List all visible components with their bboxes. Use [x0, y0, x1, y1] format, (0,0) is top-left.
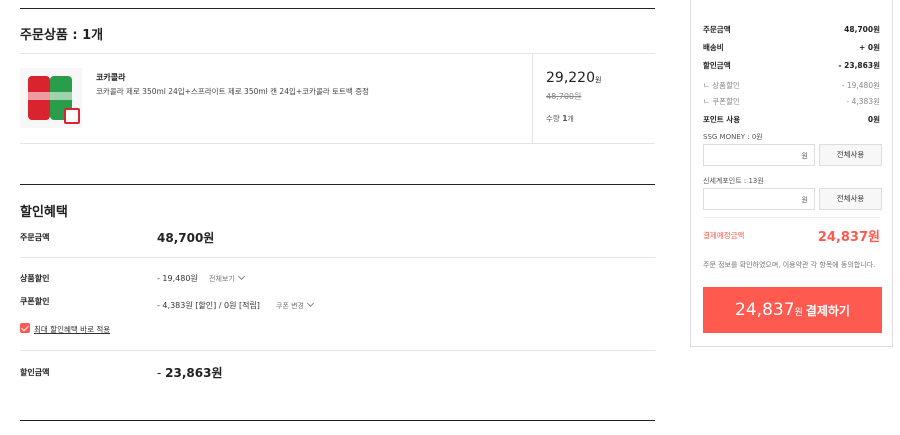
divider [20, 53, 655, 54]
divider [20, 143, 655, 144]
ssg-money-label: SSG MONEY : 0원 [703, 133, 763, 141]
shinsegae-use-all-button[interactable]: 전체사용 [819, 188, 882, 210]
summary-points: 포인트 사용 0원 [703, 115, 880, 124]
summary-order-amount: 주문금액 48,700원 [703, 25, 880, 34]
product-original-price: 48,700원 [546, 92, 582, 101]
coupon-change-toggle[interactable]: 쿠폰 변경 [276, 299, 315, 311]
chevron-down-icon [237, 272, 245, 281]
payment-expected-value: 24,837원 [817, 230, 880, 245]
coupon-discount-value: - 4,383원 [할인] / 0원 [적립] [157, 301, 260, 310]
order-amount-value: 48,700원 [157, 231, 215, 245]
view-all-toggle[interactable]: 전체보기 [209, 272, 245, 284]
product-brand[interactable]: 코카콜라 [96, 72, 125, 83]
total-discount-value: - 23,863원 [157, 366, 223, 380]
product-quantity: 수량 1개 [546, 114, 574, 123]
coupon-discount-label: 쿠폰할인 [20, 297, 50, 306]
order-amount-label: 주문금액 [20, 233, 50, 242]
summary-discount: 할인금액 - 23,863원 [703, 61, 880, 70]
max-benefit-label[interactable]: 최대 할인혜택 바로 적용 [34, 324, 110, 335]
product-thumbnail[interactable] [20, 68, 82, 128]
product-price: 29,220원 [546, 70, 602, 86]
divider [20, 257, 655, 258]
ssg-money-input[interactable]: 원 [703, 144, 815, 166]
payment-summary-panel: 주문금액 48,700원 배송비 + 0원 할인금액 - 23,863원 ㄴ 상품할인… [690, 0, 893, 347]
shinsegae-point-input[interactable]: 원 [703, 188, 815, 210]
pay-button[interactable]: 24,837원 결제하기 [703, 287, 882, 333]
divider [532, 54, 533, 143]
order-main: 주문상품 : 1개 코카콜라 코카콜라 제로 350ml 24입+스프라이트 제… [20, 0, 655, 435]
chevron-down-icon [306, 299, 315, 308]
max-benefit-checkbox[interactable] [20, 323, 30, 333]
coke-can-image [28, 76, 50, 120]
divider [20, 8, 655, 9]
product-name[interactable]: 코카콜라 제로 350ml 24입+스프라이트 제로 350ml 캔 24입+코… [96, 86, 369, 97]
order-items-title: 주문상품 : 1개 [20, 28, 104, 43]
payment-expected-label: 결제예정금액 [703, 231, 745, 240]
summary-product-discount: ㄴ 상품할인 - 19,480원 [703, 81, 880, 90]
divider [703, 217, 880, 218]
ssg-use-all-button[interactable]: 전체사용 [819, 144, 882, 166]
summary-shipping: 배송비 + 0원 [703, 43, 880, 52]
agreement-text: 주문 정보를 확인하였으며, 이용약관 각 항목에 동의합니다. [703, 261, 876, 269]
product-discount-label: 상품할인 [20, 274, 50, 283]
summary-coupon-discount: ㄴ 쿠폰할인 - 4,383원 [703, 97, 880, 106]
divider [20, 350, 655, 351]
divider [20, 420, 655, 421]
product-discount-value: - 19,480원 [157, 274, 198, 283]
divider [20, 184, 655, 185]
total-discount-label: 할인금액 [20, 368, 50, 377]
tote-bag-image [64, 108, 80, 124]
discount-title: 할인혜택 [20, 205, 68, 220]
shinsegae-point-label: 신세계포인트 : 13원 [703, 177, 764, 185]
